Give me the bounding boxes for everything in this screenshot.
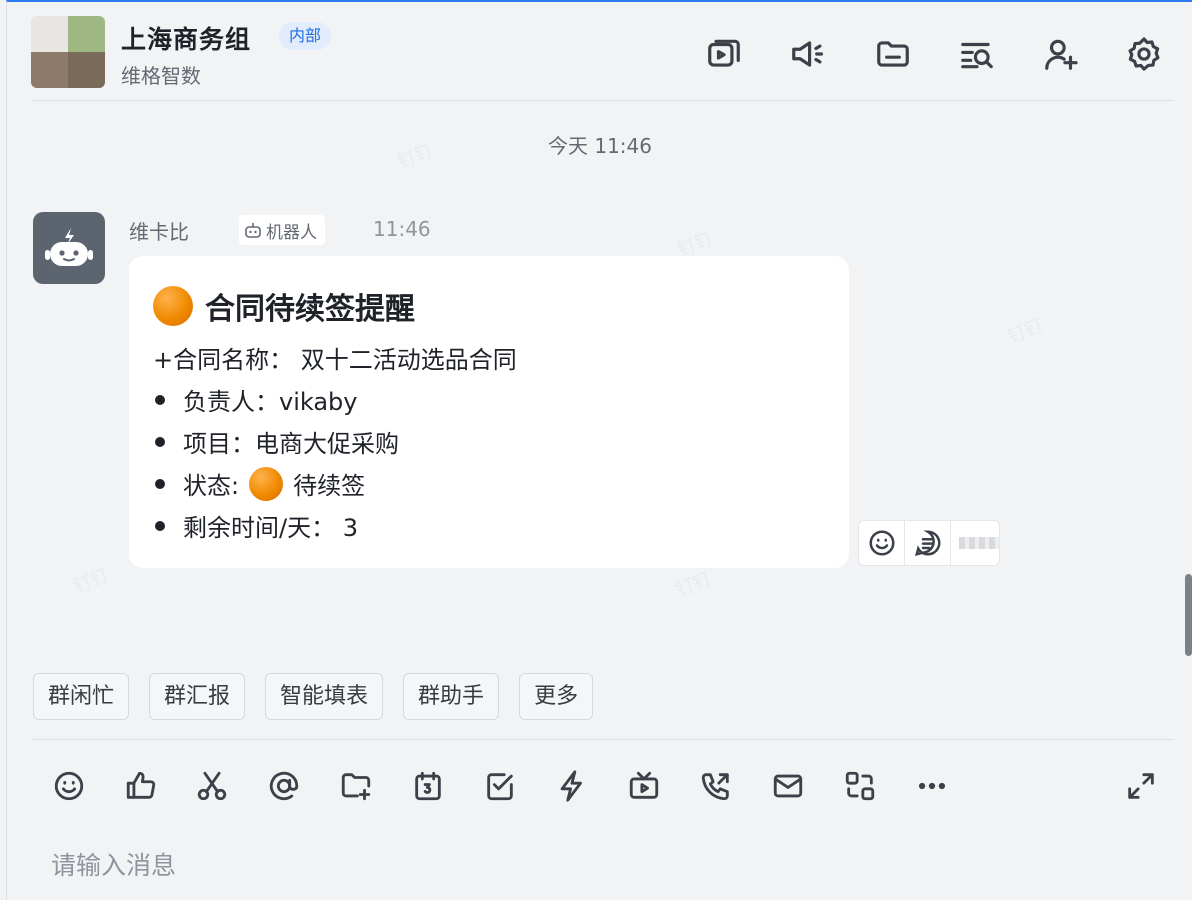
message-reaction-bar (858, 520, 1000, 566)
avatar-tile (31, 52, 68, 88)
watermark: 钉钉 (1004, 314, 1047, 348)
call-icon[interactable] (696, 766, 736, 806)
group-avatar[interactable] (31, 16, 105, 88)
send-file-icon[interactable] (336, 766, 376, 806)
group-name[interactable]: 上海商务组 (121, 20, 251, 56)
card-contract-line: +合同名称： 双十二活动选品合同 (153, 346, 517, 374)
message-input[interactable] (51, 840, 1151, 890)
bot-badge-label: 机器人 (266, 222, 317, 243)
card-remaining-item: 剩余时间/天： 3 (153, 508, 358, 543)
announcement-icon[interactable] (788, 34, 828, 74)
input-divider (31, 739, 1174, 740)
card-owner-item: 负责人：vikaby (153, 382, 358, 417)
card-project-text: 项目：电商大促采购 (183, 430, 399, 458)
bullet (155, 478, 165, 489)
card-status-item: 状态: 待续签 (153, 466, 365, 501)
orange-circle-icon (249, 466, 284, 501)
share-screen-icon[interactable] (840, 766, 880, 806)
like-icon[interactable] (121, 766, 161, 806)
ding-icon[interactable] (552, 766, 592, 806)
bot-badge: 机器人 (239, 215, 325, 245)
live-icon[interactable] (624, 766, 664, 806)
add-reaction-button[interactable] (859, 521, 905, 565)
quick-app-group-assistant[interactable]: 群助手 (403, 673, 500, 720)
message-time: 11:46 (373, 217, 431, 241)
message-card[interactable]: 合同待续签提醒 +合同名称： 双十二活动选品合同 负责人：vikaby 项目：电… (129, 256, 849, 568)
robot-badge-icon (245, 223, 261, 238)
quick-apps-row: 群闲忙 群汇报 智能填表 群助手 更多 (33, 673, 594, 720)
expand-icon[interactable] (1121, 766, 1161, 806)
watermark: 钉钉 (672, 567, 715, 601)
scrollbar[interactable] (1185, 574, 1192, 656)
add-member-icon[interactable] (1041, 34, 1081, 74)
mention-icon[interactable] (264, 766, 304, 806)
sender-name[interactable]: 维卡比 (129, 216, 189, 245)
todo-icon[interactable] (480, 766, 520, 806)
folder-icon[interactable] (873, 34, 913, 74)
card-remaining-text: 剩余时间/天： 3 (183, 514, 358, 542)
blurred-reaction (959, 537, 999, 549)
settings-icon[interactable] (1124, 34, 1164, 74)
reply-icon (914, 530, 940, 557)
mail-icon[interactable] (768, 766, 808, 806)
quick-app-group-report[interactable]: 群汇报 (149, 673, 246, 720)
reply-button[interactable] (905, 521, 951, 565)
avatar-tile (68, 52, 105, 88)
chat-window: 上海商务组 内部 维格智数 钉钉 钉钉 钉钉 钉钉 钉钉 今天 11:46 维卡… (6, 0, 1192, 900)
message-day-timestamp: 今天 11:46 (548, 134, 652, 158)
group-organization: 维格智数 (121, 64, 201, 88)
card-owner-text: 负责人：vikaby (183, 388, 358, 416)
emoji-icon (869, 530, 894, 556)
group-internal-tag: 内部 (279, 22, 332, 50)
orange-circle-icon (153, 286, 193, 326)
quick-app-more[interactable]: 更多 (519, 673, 594, 720)
bullet (155, 394, 165, 405)
bullet (155, 520, 165, 531)
bot-avatar[interactable] (33, 212, 105, 284)
video-meeting-icon[interactable] (704, 34, 744, 74)
quick-app-smart-form[interactable]: 智能填表 (265, 673, 384, 720)
quick-app-group-availability[interactable]: 群闲忙 (33, 673, 130, 720)
header-divider (31, 100, 1174, 101)
card-title-text: 合同待续签提醒 (205, 292, 415, 327)
search-history-icon[interactable] (957, 34, 997, 74)
bullet (155, 436, 165, 447)
card-project-item: 项目：电商大促采购 (153, 424, 399, 459)
robot-icon (45, 228, 93, 266)
avatar-tile (31, 16, 68, 52)
more-icon[interactable] (912, 766, 952, 806)
emoji-icon[interactable] (49, 766, 89, 806)
chat-header: 上海商务组 内部 维格智数 (7, 2, 1192, 100)
card-status-value: 待续签 (293, 472, 366, 500)
watermark: 钉钉 (70, 564, 113, 598)
card-title: 合同待续签提醒 (153, 284, 415, 328)
avatar-tile (68, 16, 105, 52)
calendar-icon[interactable] (408, 766, 448, 806)
screenshot-icon[interactable] (192, 766, 232, 806)
card-status-label: 状态: (183, 472, 240, 500)
